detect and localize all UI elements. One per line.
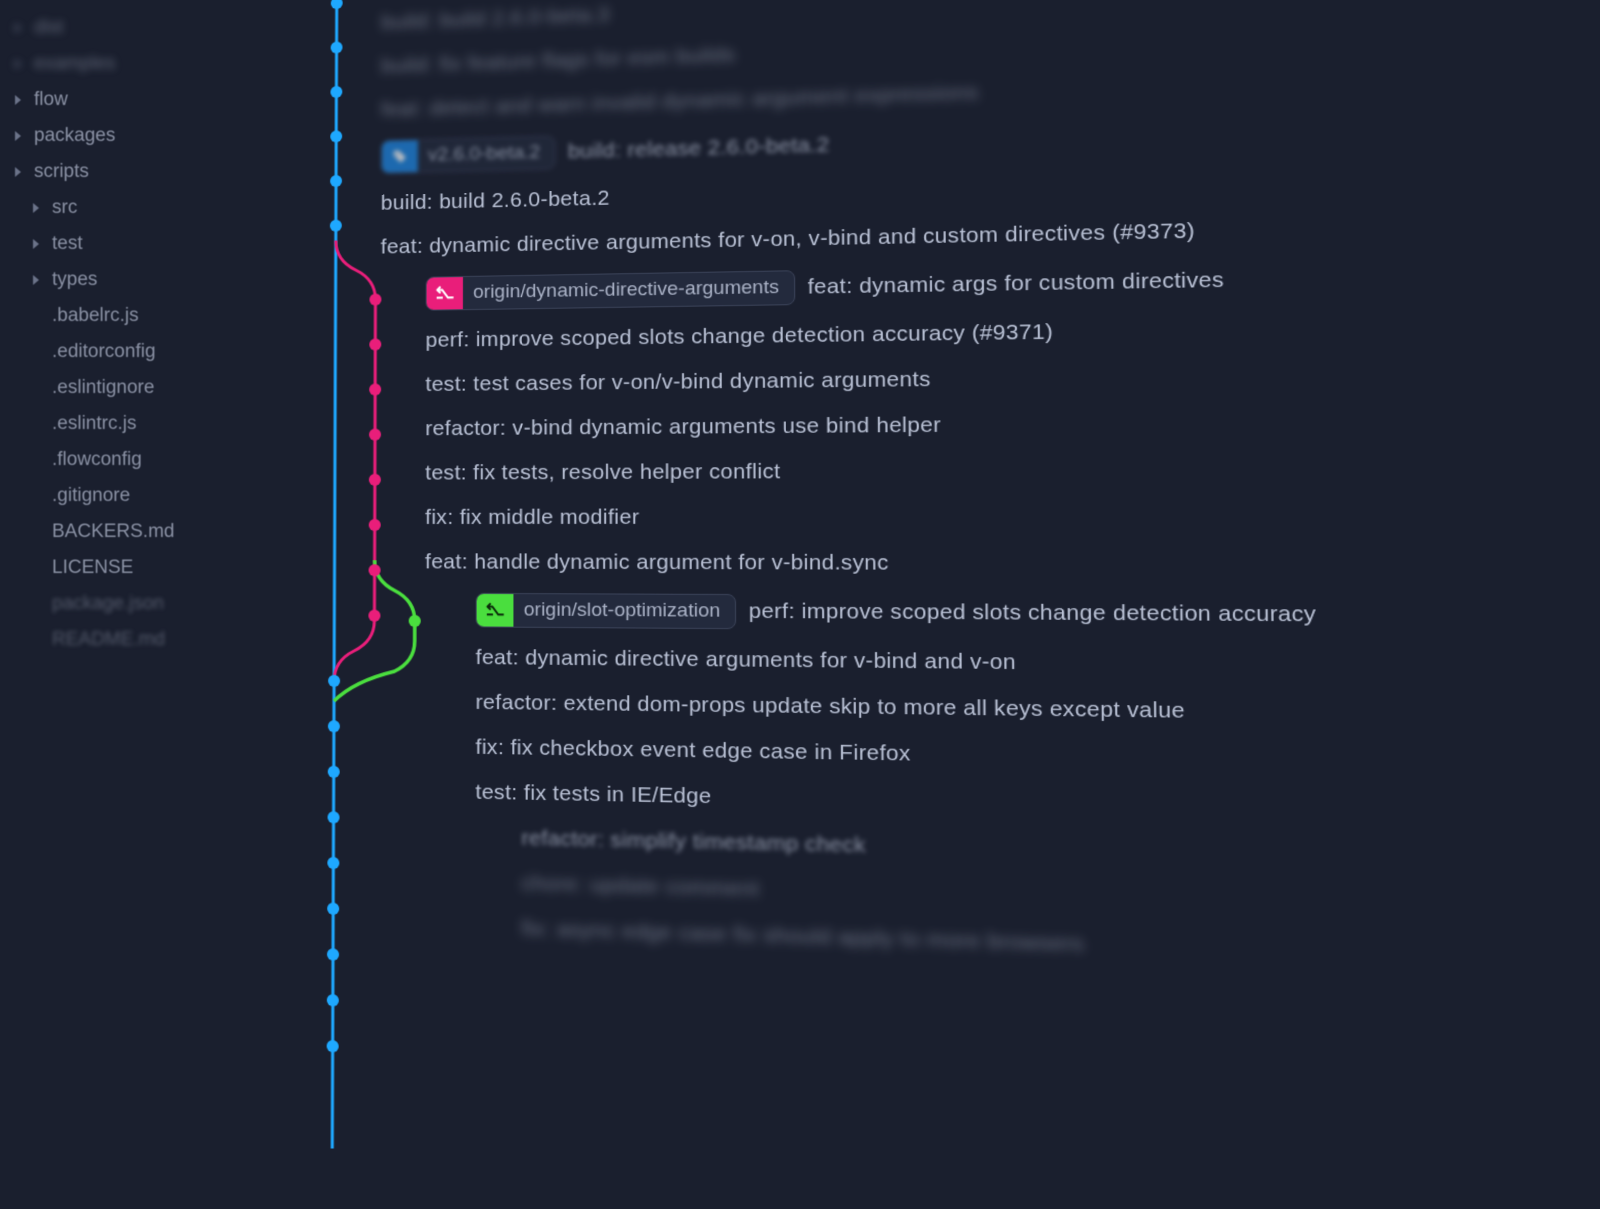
sidebar-item-label: src bbox=[52, 197, 77, 219]
sidebar-item-label: .eslintrc.js bbox=[52, 413, 136, 435]
commit-message: feat: handle dynamic argument for v-bind… bbox=[425, 550, 889, 576]
chevron-right-icon bbox=[12, 166, 24, 178]
sidebar-item-flow[interactable]: flow bbox=[0, 82, 280, 118]
sidebar-item-src[interactable]: src bbox=[0, 190, 280, 226]
chevron-right-icon bbox=[30, 274, 42, 286]
chevron-right-icon bbox=[12, 58, 24, 70]
commit-message: feat: dynamic args for custom directives bbox=[808, 268, 1225, 300]
tag-label: origin/slot-optimization bbox=[513, 594, 735, 628]
commit-message: build: build 2.6.0-beta.2 bbox=[381, 186, 610, 215]
sidebar-item-examples[interactable]: examples bbox=[0, 46, 280, 82]
sidebar-item-label: test bbox=[52, 233, 83, 255]
sidebar-item-label: .editorconfig bbox=[52, 341, 156, 363]
sidebar-item-label: .flowconfig bbox=[52, 449, 142, 471]
sidebar-item-eslintignore[interactable]: .eslintignore bbox=[0, 370, 280, 406]
sidebar-item-eslintrcjs[interactable]: .eslintrc.js bbox=[0, 406, 280, 442]
sidebar-item-label: .gitignore bbox=[52, 485, 130, 507]
sidebar-item-label: package.json bbox=[52, 593, 164, 615]
sidebar-item-label: types bbox=[52, 269, 97, 291]
commit-message: fix: fix checkbox event edge case in Fir… bbox=[475, 735, 910, 766]
tag-label: v2.6.0-beta.2 bbox=[418, 136, 555, 172]
version-tag-badge[interactable]: v2.6.0-beta.2 bbox=[381, 135, 556, 174]
sidebar-item-packages[interactable]: packages bbox=[0, 118, 280, 154]
commit-message: chore: update comment bbox=[521, 871, 759, 902]
commit-message: test: fix tests in IE/Edge bbox=[475, 780, 711, 809]
sidebar-item-label: packages bbox=[34, 125, 115, 147]
tag-label: origin/dynamic-directive-arguments bbox=[463, 271, 794, 309]
sidebar-item-label: flow bbox=[34, 89, 68, 111]
commit-message: perf: improve scoped slots change detect… bbox=[425, 320, 1053, 353]
sidebar-item-flowconfig[interactable]: .flowconfig bbox=[0, 442, 280, 478]
commit-message: refactor: extend dom-props update skip t… bbox=[475, 691, 1185, 725]
file-tree-sidebar: dist examples flow packages scripts src test ty… bbox=[0, 0, 280, 1060]
chevron-right-icon bbox=[12, 22, 24, 34]
sidebar-item-backersmd[interactable]: BACKERS.md bbox=[0, 514, 280, 550]
sidebar-item-label: dist bbox=[34, 17, 64, 39]
sidebar-item-scripts[interactable]: scripts bbox=[0, 154, 280, 190]
sidebar-item-types[interactable]: types bbox=[0, 262, 280, 298]
commit-message: build: release 2.6.0-beta.2 bbox=[568, 133, 830, 164]
commit-row[interactable]: test: fix tests, resolve helper conflict bbox=[280, 444, 1600, 496]
commit-message: feat: detect and warn invalid dynamic ar… bbox=[381, 80, 979, 122]
chevron-right-icon bbox=[30, 202, 42, 214]
commit-row[interactable]: feat: handle dynamic argument for v-bind… bbox=[280, 540, 1600, 589]
branch-badge[interactable]: ⎇origin/slot-optimization bbox=[476, 593, 737, 629]
tag-icon bbox=[382, 140, 418, 173]
commit-message: refactor: simplify timestamp check bbox=[521, 826, 865, 858]
sidebar-item-editorconfig[interactable]: .editorconfig bbox=[0, 334, 280, 370]
sidebar-item-label: scripts bbox=[34, 161, 89, 183]
commit-message: refactor: v-bind dynamic arguments use b… bbox=[425, 413, 941, 441]
commit-message: perf: improve scoped slots change detect… bbox=[749, 599, 1317, 627]
commit-message: fix: fix middle modifier bbox=[425, 505, 639, 530]
chevron-right-icon bbox=[12, 130, 24, 142]
sidebar-item-label: README.md bbox=[52, 629, 165, 651]
git-branch-icon: ⎇ bbox=[477, 594, 514, 627]
commit-message: feat: dynamic directive arguments for v-… bbox=[381, 219, 1195, 260]
git-graph-panel: build: build 2.6.0-beta.3 build: fix feat… bbox=[277, 0, 1600, 1119]
sidebar-item-test[interactable]: test bbox=[0, 226, 280, 262]
sidebar-item-label: .babelrc.js bbox=[52, 305, 139, 327]
commit-message: test: fix tests, resolve helper conflict bbox=[425, 460, 780, 486]
chevron-right-icon bbox=[12, 94, 24, 106]
commit-message: build: build 2.6.0-beta.3 bbox=[381, 3, 609, 35]
sidebar-item-label: .eslintignore bbox=[52, 377, 154, 399]
sidebar-item-packagejson[interactable]: package.json bbox=[0, 586, 280, 622]
commit-row[interactable]: fix: fix middle modifier bbox=[280, 493, 1600, 541]
sidebar-item-label: LICENSE bbox=[52, 557, 133, 579]
sidebar-item-gitignore[interactable]: .gitignore bbox=[0, 478, 280, 514]
commit-message: test: test cases for v-on/v-bind dynamic… bbox=[425, 367, 930, 397]
sidebar-item-readmemd[interactable]: README.md bbox=[0, 622, 280, 658]
sidebar-item-license[interactable]: LICENSE bbox=[0, 550, 280, 586]
sidebar-item-label: examples bbox=[34, 53, 115, 75]
commit-message: fix: async edge case fix should apply to… bbox=[521, 917, 1084, 958]
chevron-right-icon bbox=[30, 238, 42, 250]
sidebar-item-label: BACKERS.md bbox=[52, 521, 174, 543]
commit-message: feat: dynamic directive arguments for v-… bbox=[476, 646, 1017, 676]
git-branch-icon: ⎇ bbox=[427, 277, 463, 310]
sidebar-item-dist[interactable]: dist bbox=[0, 10, 280, 46]
commit-message: build: fix feature flags for esm builds bbox=[381, 43, 735, 78]
branch-badge[interactable]: ⎇origin/dynamic-directive-arguments bbox=[426, 270, 795, 311]
sidebar-item-babelrcjs[interactable]: .babelrc.js bbox=[0, 298, 280, 334]
